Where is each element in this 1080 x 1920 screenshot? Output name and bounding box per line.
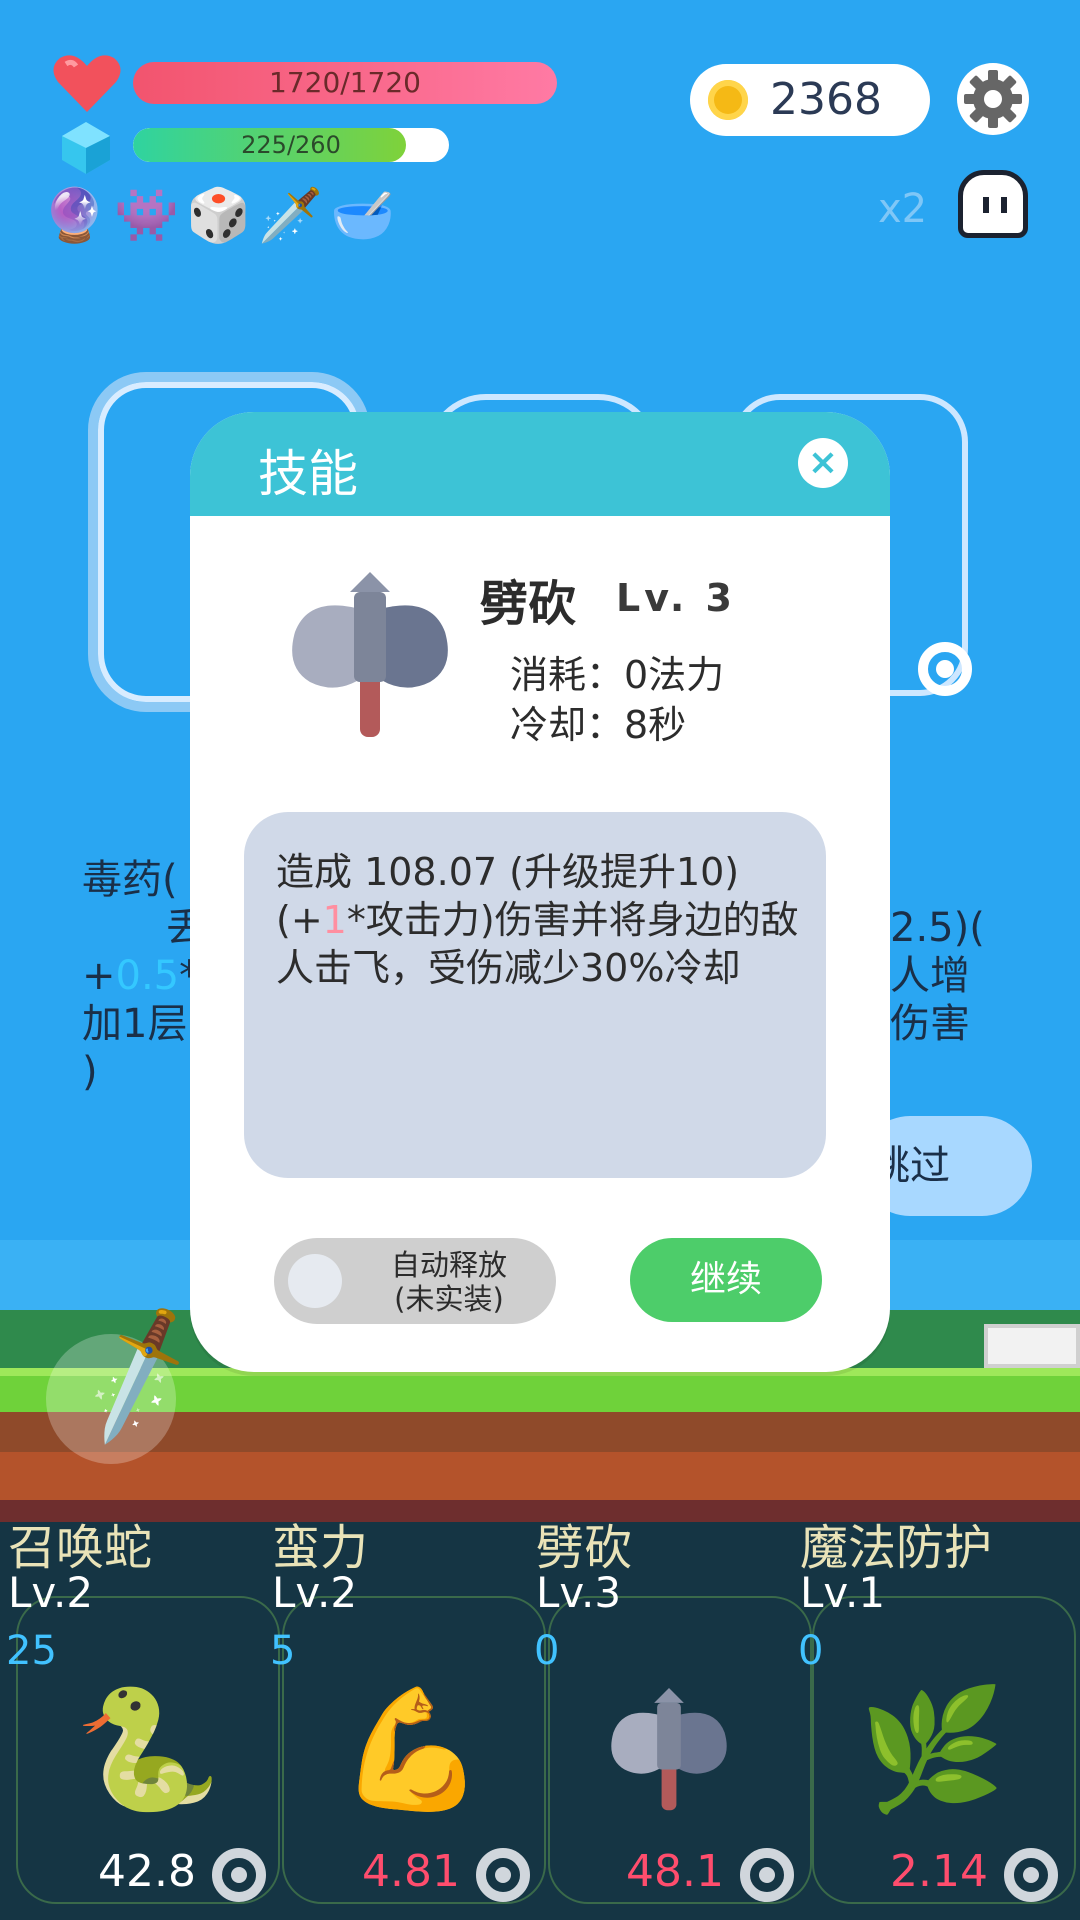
mana-text: 225/260 (241, 131, 341, 159)
skill-count: 5 (270, 1628, 296, 1674)
hp-bar: 1720/1720 (133, 62, 557, 104)
crystal-ball-icon[interactable]: 🔮 (42, 184, 107, 248)
skill-title: 劈砍 (480, 576, 577, 632)
leaf-icon: 🌿 (858, 1680, 1006, 1818)
coin-icon (708, 80, 748, 120)
bg-right-desc-l3: 伤害 (890, 1001, 970, 1047)
bg-right-desc-l1: 2.5)( (890, 905, 985, 951)
skill-dialog: 技能 × 劈砍 Lv. 3 消耗：0法力 冷却：8秒 造成 108.07 (升级… (190, 412, 890, 1372)
bg-left-desc-l5: ) (82, 1049, 98, 1095)
bg-right-desc-l2: 人增 (890, 953, 970, 999)
ghost-icon[interactable] (958, 170, 1028, 238)
fence (984, 1324, 1080, 1368)
skill-description: 造成 108.07 (升级提升10)(+1*攻击力)伤害并将身边的敌人击飞，受伤… (276, 850, 799, 990)
toggle-knob (288, 1254, 342, 1308)
speed-toggle[interactable]: x2 (878, 186, 927, 232)
skill-level: Lv.2 (8, 1568, 94, 1617)
bg-left-desc-l4: 加1层 (82, 1001, 188, 1047)
bg-left-desc: 毒药( (82, 857, 178, 903)
skill-description-box: 造成 108.07 (升级提升10)(+1*攻击力)伤害并将身边的敌人击飞，受伤… (244, 812, 826, 1178)
skill-cost: 消耗：0法力 (510, 653, 725, 697)
dirt-layer (0, 1452, 1080, 1500)
axe-icon (292, 572, 448, 737)
gem-icon (62, 122, 110, 174)
refresh-icon[interactable] (912, 636, 978, 702)
axe-icon (611, 1688, 727, 1811)
skill-level: Lv. 3 (616, 576, 736, 620)
continue-button[interactable]: 继续 (630, 1238, 822, 1322)
auto-cast-toggle[interactable]: 自动释放 (未实装) (274, 1238, 556, 1324)
dialog-header: 技能 × (190, 412, 890, 516)
dice-icon[interactable]: 🎲 (186, 184, 251, 248)
skill-count: 0 (534, 1628, 560, 1674)
skill-value: 48.1 (626, 1846, 724, 1897)
bg-left-desc-l3: +0.5* (82, 953, 199, 999)
skill-level: Lv.3 (536, 1568, 622, 1617)
cooldown-icon (1004, 1848, 1058, 1902)
snake-icon: 🐍 (74, 1680, 222, 1818)
skill-value: 2.14 (890, 1846, 988, 1897)
cooldown-icon (740, 1848, 794, 1902)
mortar-icon[interactable]: 🥣 (330, 184, 395, 248)
relic-bar: 🔮 👾 🎲 🗡️ 🥣 (42, 184, 395, 256)
skill-cooldown: 冷却：8秒 (510, 703, 687, 747)
coin-counter: 2368 (690, 64, 930, 136)
dialog-title: 技能 (258, 445, 358, 503)
auto-cast-label: 自动释放 (未实装) (390, 1248, 507, 1316)
muscle-icon: 💪 (338, 1680, 486, 1818)
heart-icon (53, 55, 121, 112)
coin-amount: 2368 (770, 74, 882, 125)
mana-bar: 225/260 (133, 128, 449, 162)
sword-icon[interactable]: 🗡️ (258, 184, 323, 248)
skill-value: 4.81 (362, 1846, 460, 1897)
skill-count: 25 (6, 1628, 57, 1674)
close-button[interactable]: × (798, 438, 848, 488)
cooldown-icon (212, 1848, 266, 1902)
skill-level: Lv.2 (272, 1568, 358, 1617)
cooldown-icon (476, 1848, 530, 1902)
skill-count: 0 (798, 1628, 824, 1674)
green-monster-icon[interactable]: 👾 (114, 184, 179, 248)
skill-level: Lv.1 (800, 1568, 886, 1617)
gear-icon[interactable] (956, 62, 1030, 136)
skill-value: 42.8 (98, 1846, 196, 1897)
